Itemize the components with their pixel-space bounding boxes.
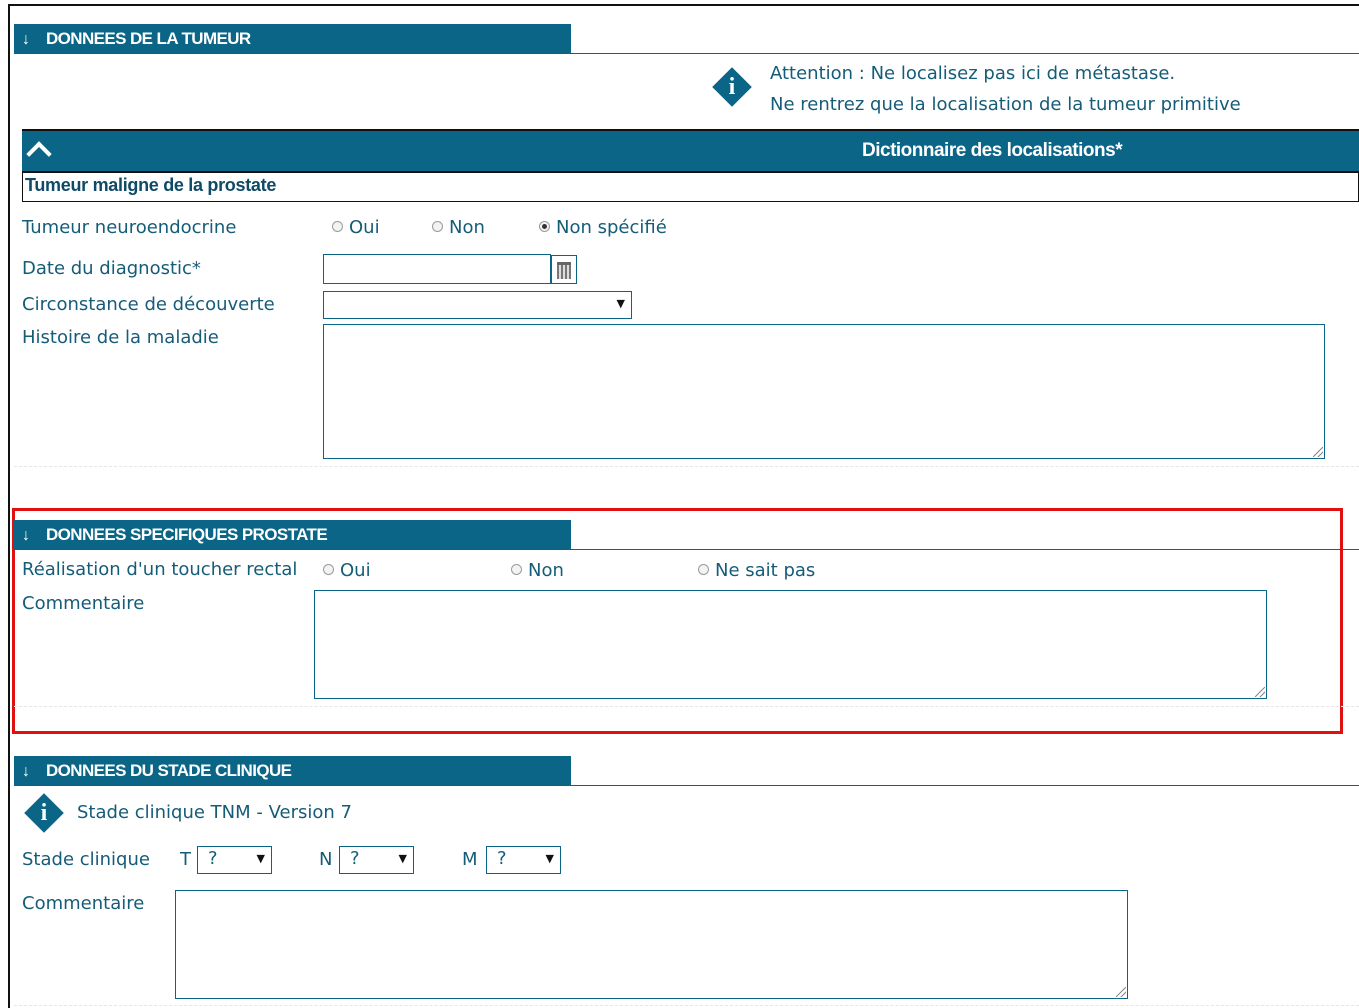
radio-label: Non spécifié <box>556 217 667 238</box>
frame-border-top <box>8 4 1359 6</box>
m-value: ? <box>497 848 507 869</box>
info-icon-glyph: i <box>728 74 736 100</box>
divider <box>14 466 1359 467</box>
localisation-field[interactable]: Tumeur maligne de la prostate <box>22 173 1359 202</box>
m-select[interactable]: ? ▼ <box>486 846 561 874</box>
section-rule-prostate <box>571 549 1359 550</box>
neuroendocrine-radio-non[interactable]: Non <box>432 217 485 239</box>
section-header-prostate[interactable]: ↓ DONNEES SPECIFIQUES PROSTATE <box>14 520 571 550</box>
dictionary-bar[interactable]: Dictionnaire des localisations* <box>22 129 1359 173</box>
arrow-down-icon: ↓ <box>22 527 30 544</box>
info-icon-glyph: i <box>40 800 48 826</box>
circonstance-select[interactable]: ▼ <box>323 291 632 319</box>
date-label: Date du diagnostic* <box>22 258 201 279</box>
neuroendocrine-radio-oui[interactable]: Oui <box>332 217 380 239</box>
histoire-textarea[interactable] <box>323 324 1325 459</box>
section-header-tumeur[interactable]: ↓ DONNEES DE LA TUMEUR <box>14 24 571 54</box>
radio-icon[interactable] <box>323 564 334 575</box>
attention-text-line1: Attention : Ne localisez pas ici de méta… <box>770 63 1176 84</box>
commentaire-textarea-prostate[interactable] <box>314 590 1267 699</box>
section-title-stade: DONNEES DU STADE CLINIQUE <box>46 761 292 780</box>
toucher-radio-ne-sait-pas[interactable]: Ne sait pas <box>698 560 815 582</box>
stade-info-text: Stade clinique TNM - Version 7 <box>77 802 352 823</box>
dropdown-caret-icon: ▼ <box>616 297 625 310</box>
m-label: M <box>462 849 478 870</box>
localisation-value: Tumeur maligne de la prostate <box>25 175 277 195</box>
radio-label: Non <box>449 217 485 238</box>
calendar-icon[interactable] <box>551 255 577 284</box>
circonstance-label: Circonstance de découverte <box>22 294 275 315</box>
commentaire-label-stade: Commentaire <box>22 893 145 914</box>
radio-icon[interactable] <box>698 564 709 575</box>
radio-icon-selected[interactable] <box>539 221 550 232</box>
radio-label: Ne sait pas <box>715 560 816 581</box>
arrow-down-icon: ↓ <box>22 763 30 780</box>
n-select[interactable]: ? ▼ <box>339 846 414 874</box>
section-rule-tumeur <box>571 53 1359 54</box>
commentaire-label-prostate: Commentaire <box>22 593 145 614</box>
arrow-down-icon: ↓ <box>22 31 30 48</box>
n-label: N <box>319 849 333 870</box>
date-input[interactable] <box>323 254 551 284</box>
dropdown-caret-icon: ▼ <box>398 852 407 865</box>
radio-icon[interactable] <box>432 221 443 232</box>
resize-grip-icon[interactable] <box>1313 447 1323 457</box>
divider <box>14 706 1359 707</box>
radio-label: Non <box>528 560 564 581</box>
section-rule-stade <box>571 785 1359 786</box>
neuroendocrine-radio-non-specifie[interactable]: Non spécifié <box>539 217 667 239</box>
n-value: ? <box>350 848 360 869</box>
radio-icon[interactable] <box>332 221 343 232</box>
t-value: ? <box>208 848 218 869</box>
radio-label: Oui <box>340 560 371 581</box>
dropdown-caret-icon: ▼ <box>545 852 554 865</box>
stade-clinique-label: Stade clinique <box>22 849 150 870</box>
t-label: T <box>180 849 191 870</box>
toucher-rectal-label: Réalisation d'un toucher rectal <box>22 559 298 580</box>
toucher-radio-non[interactable]: Non <box>511 560 564 582</box>
chevron-up-icon[interactable] <box>26 141 52 167</box>
radio-label: Oui <box>349 217 380 238</box>
divider <box>14 1005 1359 1006</box>
section-title-prostate: DONNEES SPECIFIQUES PROSTATE <box>46 525 328 544</box>
t-select[interactable]: ? ▼ <box>197 846 272 874</box>
attention-text-line2: Ne rentrez que la localisation de la tum… <box>770 94 1241 115</box>
toucher-radio-oui[interactable]: Oui <box>323 560 371 582</box>
neuroendocrine-label: Tumeur neuroendocrine <box>22 217 237 238</box>
resize-grip-icon[interactable] <box>1255 687 1265 697</box>
section-header-stade[interactable]: ↓ DONNEES DU STADE CLINIQUE <box>14 756 571 786</box>
resize-grip-icon[interactable] <box>1116 987 1126 997</box>
section-title-tumeur: DONNEES DE LA TUMEUR <box>46 29 251 48</box>
histoire-label: Histoire de la maladie <box>22 327 219 348</box>
commentaire-textarea-stade[interactable] <box>175 890 1128 999</box>
dropdown-caret-icon: ▼ <box>256 852 265 865</box>
frame-border-left <box>8 4 10 1008</box>
radio-icon[interactable] <box>511 564 522 575</box>
dictionary-title: Dictionnaire des localisations* <box>862 140 1123 161</box>
